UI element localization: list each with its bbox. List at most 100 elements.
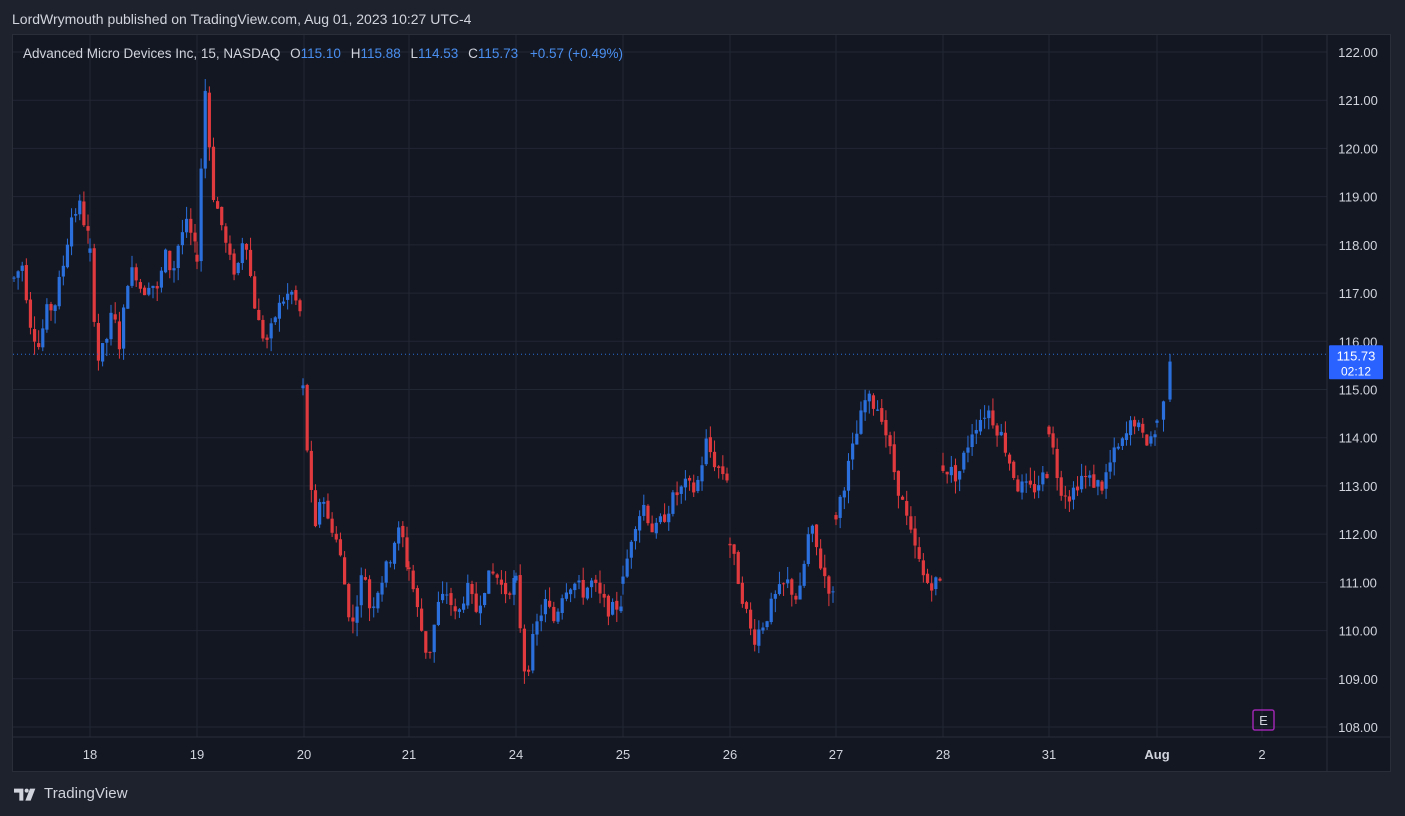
candle[interactable] <box>1047 425 1051 438</box>
candle[interactable] <box>777 571 782 596</box>
candle[interactable] <box>892 431 896 480</box>
candle[interactable] <box>629 540 633 569</box>
candle[interactable] <box>45 298 49 333</box>
candle[interactable] <box>326 493 330 520</box>
candle[interactable] <box>273 316 277 325</box>
candle[interactable] <box>876 400 880 412</box>
candle[interactable] <box>384 560 388 588</box>
candle[interactable] <box>199 158 203 272</box>
candle[interactable] <box>1016 475 1020 493</box>
candle[interactable] <box>675 481 679 506</box>
candle[interactable] <box>1041 465 1045 492</box>
candle[interactable] <box>941 452 945 474</box>
candle[interactable] <box>970 423 974 456</box>
candle[interactable] <box>86 214 90 244</box>
candle[interactable] <box>388 560 392 568</box>
candle[interactable] <box>1168 353 1172 403</box>
candle[interactable] <box>728 537 732 559</box>
candle[interactable] <box>117 311 121 359</box>
candle[interactable] <box>1055 438 1059 491</box>
candle[interactable] <box>802 560 806 588</box>
candle[interactable] <box>859 401 863 435</box>
candle[interactable] <box>842 487 846 510</box>
candle[interactable] <box>810 524 814 543</box>
candle[interactable] <box>32 316 37 355</box>
candle[interactable] <box>16 270 20 290</box>
candle[interactable] <box>363 568 367 581</box>
candle[interactable] <box>581 567 585 605</box>
candle[interactable] <box>934 576 938 596</box>
candle[interactable] <box>823 554 827 588</box>
candle[interactable] <box>508 591 512 600</box>
candle[interactable] <box>1045 471 1049 479</box>
candle[interactable] <box>176 244 180 281</box>
candle[interactable] <box>732 543 736 566</box>
candle[interactable] <box>512 570 516 606</box>
candle[interactable] <box>683 470 687 501</box>
candle[interactable] <box>646 504 650 526</box>
candle[interactable] <box>61 255 65 286</box>
candle[interactable] <box>696 475 700 494</box>
candle[interactable] <box>1051 426 1055 455</box>
candle[interactable] <box>470 580 474 604</box>
candle[interactable] <box>236 261 240 276</box>
candle[interactable] <box>330 512 334 537</box>
candle[interactable] <box>773 590 777 613</box>
candle[interactable] <box>351 604 355 634</box>
candle[interactable] <box>228 235 232 261</box>
candle[interactable] <box>539 604 543 632</box>
candle[interactable] <box>240 237 244 270</box>
candle[interactable] <box>679 485 683 504</box>
candle[interactable] <box>543 589 547 623</box>
candle[interactable] <box>663 503 667 523</box>
candle[interactable] <box>1032 470 1037 499</box>
candle[interactable] <box>769 592 773 625</box>
candle[interactable] <box>57 270 61 310</box>
candle[interactable] <box>436 591 440 627</box>
candle[interactable] <box>478 595 482 626</box>
candle[interactable] <box>195 241 199 270</box>
candle[interactable] <box>1024 473 1028 493</box>
candle[interactable] <box>527 665 531 677</box>
candle[interactable] <box>790 577 794 607</box>
candle[interactable] <box>28 291 33 335</box>
candle[interactable] <box>151 285 155 299</box>
candle[interactable] <box>1028 467 1032 488</box>
candle[interactable] <box>41 319 45 352</box>
candle[interactable] <box>633 526 638 550</box>
candle[interactable] <box>397 521 401 551</box>
candle[interactable] <box>590 577 594 598</box>
candle[interactable] <box>168 250 172 279</box>
candle[interactable] <box>1020 474 1024 500</box>
candle[interactable] <box>1092 464 1096 488</box>
candlestick-chart[interactable]: 122.00121.00120.00119.00118.00117.00116.… <box>0 0 1405 816</box>
candle[interactable] <box>556 608 560 624</box>
candle[interactable] <box>92 243 96 327</box>
candle[interactable] <box>909 506 913 534</box>
candle[interactable] <box>548 587 552 609</box>
candle[interactable] <box>846 453 851 504</box>
candle[interactable] <box>105 337 109 357</box>
candle[interactable] <box>253 271 257 309</box>
candle[interactable] <box>638 510 642 543</box>
candle[interactable] <box>594 574 598 592</box>
candle[interactable] <box>372 597 376 618</box>
candle[interactable] <box>216 196 220 210</box>
candle[interactable] <box>838 494 842 529</box>
candle[interactable] <box>704 429 708 467</box>
candle[interactable] <box>367 575 372 622</box>
candle[interactable] <box>1124 421 1129 446</box>
candle[interactable] <box>552 601 556 624</box>
candle[interactable] <box>376 591 380 613</box>
candle[interactable] <box>966 435 970 463</box>
candle[interactable] <box>819 539 823 571</box>
candle[interactable] <box>938 577 942 582</box>
candle[interactable] <box>1088 470 1092 487</box>
candle[interactable] <box>1112 437 1116 476</box>
candle[interactable] <box>1145 434 1149 446</box>
candle[interactable] <box>203 79 207 179</box>
candle[interactable] <box>687 475 692 491</box>
candle[interactable] <box>650 515 654 533</box>
candle[interactable] <box>1037 475 1041 499</box>
candle[interactable] <box>338 532 343 557</box>
